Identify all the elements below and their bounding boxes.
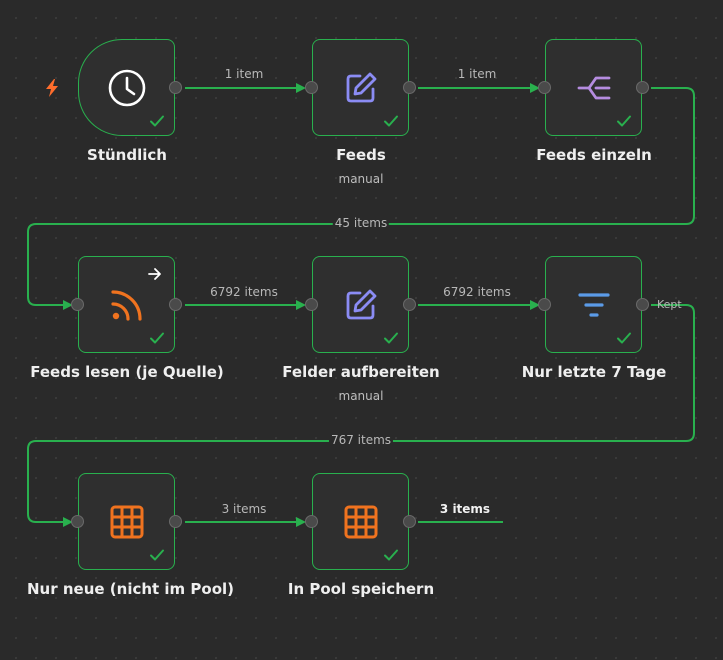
- success-check-icon: [384, 549, 398, 561]
- success-check-icon: [384, 332, 398, 344]
- node-feeds[interactable]: [305, 39, 416, 136]
- node-label-feeds: Feeds: [336, 146, 386, 164]
- edge-label-save-pool-output: 3 items: [439, 502, 491, 516]
- success-check-icon: [150, 115, 164, 127]
- output-port[interactable]: [169, 81, 182, 94]
- clock-icon: [108, 69, 145, 106]
- success-check-icon: [150, 332, 164, 344]
- input-port[interactable]: [71, 298, 84, 311]
- output-port[interactable]: [403, 298, 416, 311]
- node-feeds-single[interactable]: [538, 39, 649, 136]
- rss-icon: [110, 289, 142, 321]
- trigger-bolt-icon: [46, 79, 58, 97]
- output-port[interactable]: [169, 298, 182, 311]
- success-check-icon: [617, 332, 631, 344]
- node-hourly[interactable]: [78, 39, 182, 136]
- filter-icon: [577, 292, 610, 317]
- input-port[interactable]: [305, 81, 318, 94]
- edge-label-feeds-feeds-single: 1 item: [457, 67, 497, 81]
- split-out-icon: [577, 76, 610, 99]
- edge-label-hourly-feeds: 1 item: [224, 67, 264, 81]
- edge-label-read-feeds-prepare: 6792 items: [210, 285, 278, 299]
- edge-label-last-7-only-new: 767 items: [328, 433, 394, 447]
- node-label-feeds-single: Feeds einzeln: [536, 146, 652, 164]
- output-port-kept[interactable]: [636, 298, 649, 311]
- pencil-icon: [346, 289, 376, 319]
- input-port[interactable]: [305, 298, 318, 311]
- node-read-feeds[interactable]: [71, 256, 182, 353]
- output-name-kept: Kept: [657, 298, 682, 311]
- table-icon: [110, 505, 143, 538]
- node-label-last-7-days: Nur letzte 7 Tage: [521, 363, 667, 381]
- input-port[interactable]: [538, 81, 551, 94]
- success-check-icon: [150, 549, 164, 561]
- edge-label-feeds-single-read-feeds: 45 items: [332, 216, 390, 230]
- edge-label-only-new-save-pool: 3 items: [221, 502, 267, 516]
- node-label-hourly: Stündlich: [87, 146, 167, 164]
- node-label-read-feeds: Feeds lesen (je Quelle): [30, 363, 224, 381]
- pencil-icon: [346, 72, 376, 102]
- node-only-new[interactable]: [71, 473, 182, 570]
- node-subtitle-prepare-fields: manual: [338, 389, 384, 403]
- output-port[interactable]: [636, 81, 649, 94]
- node-last-7-days[interactable]: [538, 256, 649, 353]
- input-port[interactable]: [71, 515, 84, 528]
- node-save-pool[interactable]: [305, 473, 416, 570]
- edge-label-prepare-last-7: 6792 items: [443, 285, 511, 299]
- node-prepare-fields[interactable]: [305, 256, 416, 353]
- node-subtitle-feeds: manual: [338, 172, 384, 186]
- output-port[interactable]: [403, 81, 416, 94]
- node-label-only-new: Nur neue (nicht im Pool): [27, 580, 235, 598]
- arrow-right-icon: [148, 268, 161, 280]
- input-port[interactable]: [305, 515, 318, 528]
- output-port[interactable]: [169, 515, 182, 528]
- output-port[interactable]: [403, 515, 416, 528]
- input-port[interactable]: [538, 298, 551, 311]
- node-label-prepare-fields: Felder aufbereiten: [282, 363, 440, 381]
- table-icon: [344, 505, 377, 538]
- success-check-icon: [384, 115, 398, 127]
- node-label-save-pool: In Pool speichern: [287, 580, 435, 598]
- success-check-icon: [617, 115, 631, 127]
